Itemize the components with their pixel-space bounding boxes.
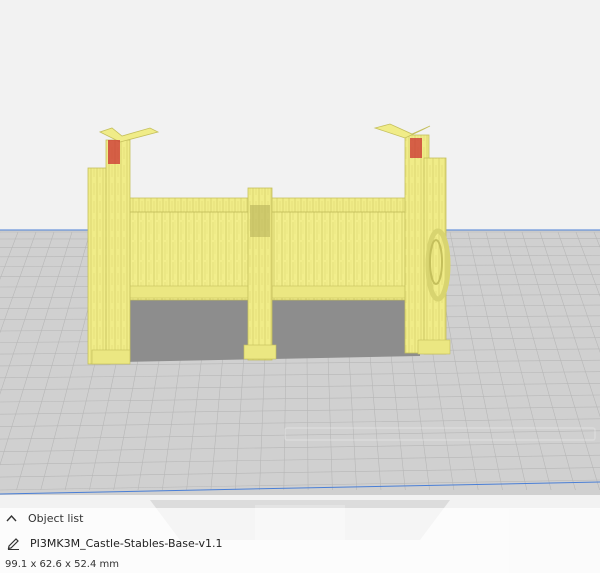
object-list-header[interactable]: Object list xyxy=(0,508,600,530)
object-list-title: Object list xyxy=(28,512,84,525)
3d-viewport[interactable] xyxy=(0,0,600,573)
object-list-item[interactable]: PI3MK3M_Castle-Stables-Base-v1.1 xyxy=(0,534,600,554)
chevron-up-icon[interactable] xyxy=(6,514,17,522)
object-list-panel: Object list PI3MK3M_Castle-Stables-Base-… xyxy=(0,508,600,573)
object-dimensions: 99.1 x 62.6 x 52.4 mm xyxy=(5,559,120,570)
object-name: PI3MK3M_Castle-Stables-Base-v1.1 xyxy=(30,537,223,550)
pencil-icon[interactable] xyxy=(7,537,20,550)
